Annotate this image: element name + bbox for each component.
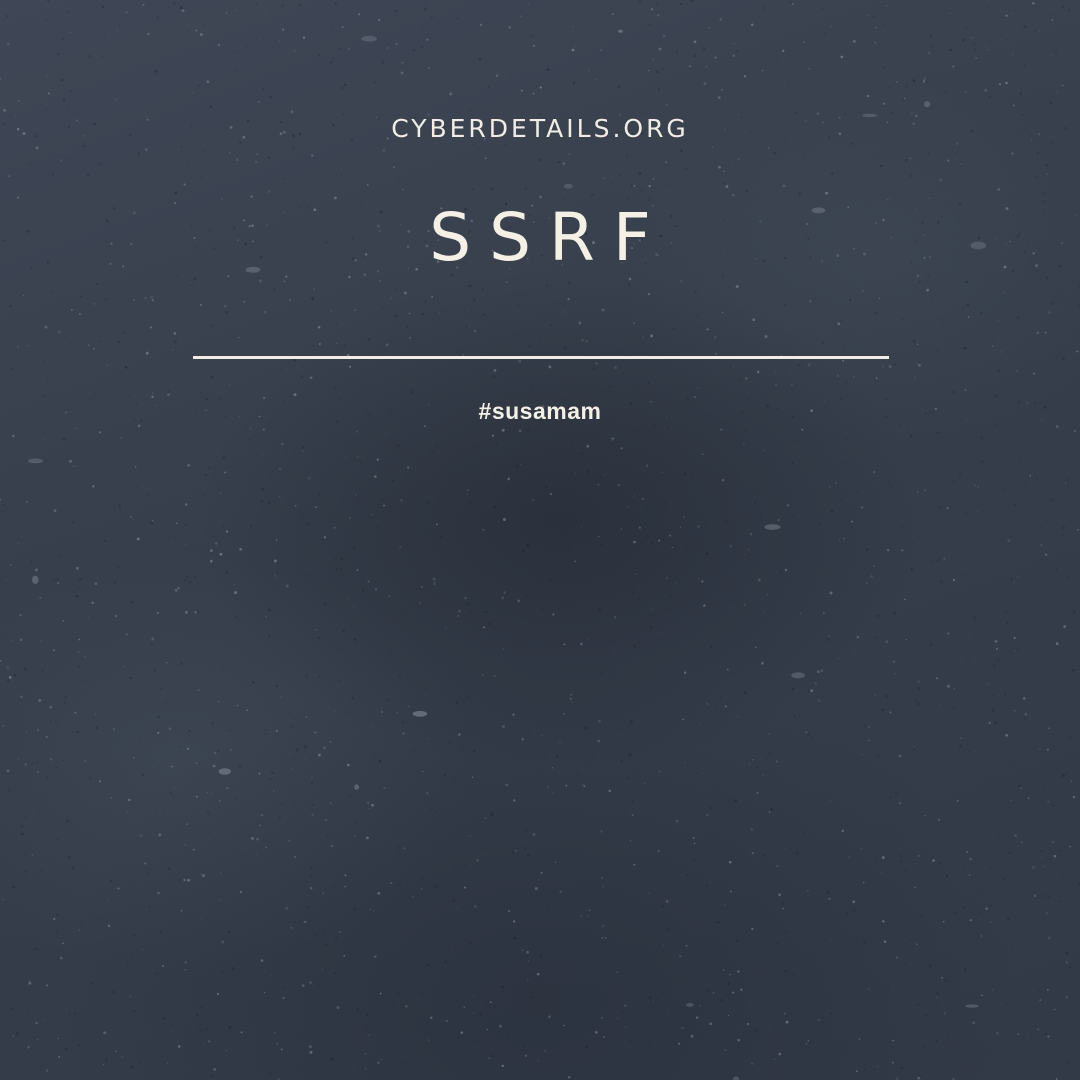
- divider-line: [193, 356, 889, 359]
- sand-grain-texture: [0, 0, 1080, 1080]
- hashtag-label: #susamam: [478, 398, 602, 424]
- site-name: CYBERDETAILS.ORG: [391, 114, 689, 143]
- page-title: SSRF: [429, 199, 669, 276]
